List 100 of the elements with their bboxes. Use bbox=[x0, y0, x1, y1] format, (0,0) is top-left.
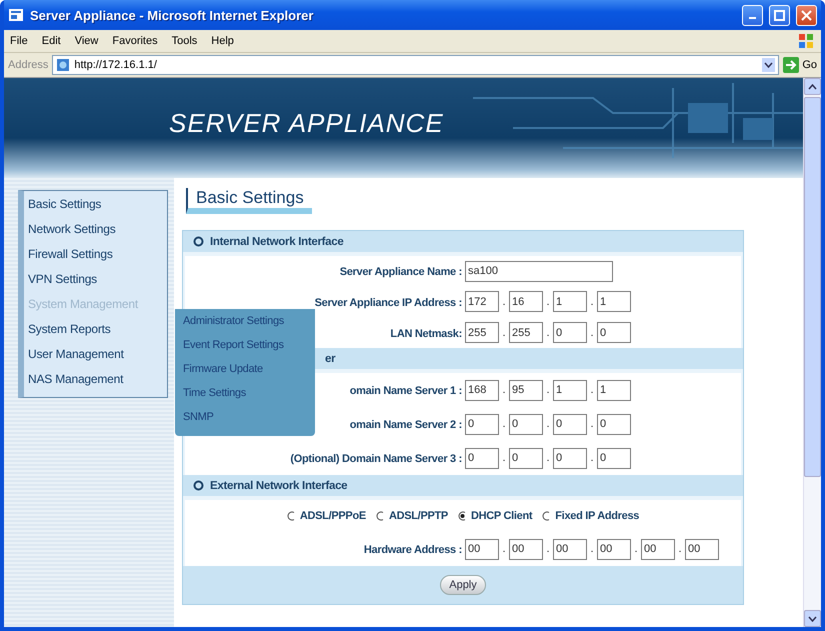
browser-icon bbox=[8, 7, 24, 23]
radio-icon[interactable] bbox=[286, 511, 296, 521]
scroll-down-icon[interactable] bbox=[808, 616, 817, 622]
section-title: er bbox=[325, 352, 336, 364]
separator-dot: . bbox=[501, 452, 507, 464]
octet-input[interactable]: 0 bbox=[509, 448, 543, 468]
section-title: Internal Network Interface bbox=[210, 236, 344, 248]
window-title: Server Appliance - Microsoft Internet Explorer bbox=[30, 8, 314, 22]
octet-input[interactable]: 0 bbox=[553, 414, 587, 434]
octet-input[interactable]: 16 bbox=[509, 291, 543, 312]
octet-input[interactable]: 00 bbox=[685, 538, 719, 560]
field-label: LAN Netmask: bbox=[390, 328, 462, 340]
menu-item[interactable]: Favorites bbox=[112, 35, 158, 47]
octet-input[interactable]: 1 bbox=[553, 291, 587, 312]
octet-input[interactable]: 1 bbox=[597, 380, 631, 400]
field-label: (Optional) Domain Name Server 3 : bbox=[290, 453, 462, 465]
field-label: omain Name Server 1 : bbox=[350, 385, 462, 397]
ring-icon bbox=[193, 236, 204, 247]
menu-item[interactable]: Help bbox=[211, 35, 234, 47]
octet-input[interactable]: 0 bbox=[597, 322, 631, 343]
field-label: omain Name Server 2 : bbox=[350, 419, 462, 431]
octet-input[interactable]: 255 bbox=[509, 322, 543, 343]
octet-input[interactable]: 00 bbox=[597, 538, 631, 560]
address-field[interactable]: http://172.16.1.1/ bbox=[52, 55, 780, 75]
separator-dot: . bbox=[589, 543, 595, 555]
separator-dot: . bbox=[501, 296, 507, 308]
octet-input[interactable]: 172 bbox=[465, 291, 499, 312]
sidebar-item[interactable]: System Reports bbox=[28, 320, 167, 339]
octet-input[interactable]: 0 bbox=[597, 448, 631, 468]
sidebar-item[interactable]: User Management bbox=[28, 345, 167, 364]
apply-button[interactable]: Apply bbox=[440, 575, 486, 595]
sidebar-item[interactable]: VPN Settings bbox=[28, 270, 167, 289]
radio-selected-icon[interactable] bbox=[458, 511, 467, 521]
ring-icon bbox=[193, 480, 204, 491]
separator-dot: . bbox=[589, 296, 595, 308]
sidebar-item[interactable]: Basic Settings bbox=[28, 195, 167, 214]
separator-dot: . bbox=[677, 543, 683, 555]
separator-dot: . bbox=[501, 543, 507, 555]
octet-input[interactable]: 168 bbox=[465, 380, 499, 400]
separator-dot: . bbox=[545, 452, 551, 464]
separator-dot: . bbox=[589, 326, 595, 338]
separator-dot: . bbox=[501, 384, 507, 396]
menu-item[interactable]: Tools bbox=[172, 35, 198, 47]
go-button[interactable]: Go bbox=[783, 57, 817, 73]
scrollbar[interactable] bbox=[803, 78, 821, 627]
octet-input[interactable]: 1 bbox=[553, 380, 587, 400]
separator-dot: . bbox=[545, 296, 551, 308]
separator-dot: . bbox=[545, 384, 551, 396]
octet-input[interactable]: 00 bbox=[641, 538, 675, 560]
octet-input[interactable]: 00 bbox=[465, 538, 499, 560]
close-button[interactable] bbox=[796, 4, 817, 26]
close-icon bbox=[801, 10, 812, 20]
separator-dot: . bbox=[589, 418, 595, 430]
flag-logo-icon bbox=[797, 32, 815, 50]
sidebar-item[interactable]: NAS Management bbox=[28, 370, 167, 389]
menu-item[interactable]: File bbox=[10, 35, 28, 47]
separator-dot: . bbox=[589, 384, 595, 396]
address-label: Address bbox=[8, 59, 48, 71]
separator-dot: . bbox=[545, 326, 551, 338]
banner-title: SERVER APPLIANCE bbox=[169, 108, 444, 138]
octet-input[interactable]: 0 bbox=[553, 448, 587, 468]
scroll-up-icon[interactable] bbox=[808, 84, 817, 90]
maximize-button[interactable] bbox=[769, 4, 790, 26]
octet-input[interactable]: 1 bbox=[597, 291, 631, 312]
radio-icon[interactable] bbox=[376, 511, 385, 521]
menu-item[interactable]: Edit bbox=[42, 35, 61, 47]
separator-dot: . bbox=[633, 543, 639, 555]
radio-option[interactable]: DHCP Client bbox=[458, 510, 532, 522]
section-title: External Network Interface bbox=[210, 480, 348, 492]
url-text: http://172.16.1.1/ bbox=[74, 59, 158, 71]
separator-dot: . bbox=[589, 452, 595, 464]
octet-input[interactable]: 255 bbox=[465, 322, 499, 343]
octet-input[interactable]: 0 bbox=[553, 322, 587, 343]
dropdown-icon[interactable] bbox=[762, 58, 776, 72]
octet-input[interactable]: 0 bbox=[597, 414, 631, 434]
separator-dot: . bbox=[545, 418, 551, 430]
separator-dot: . bbox=[545, 543, 551, 555]
page-heading: Basic Settings bbox=[186, 188, 312, 214]
octet-input[interactable]: 0 bbox=[465, 448, 499, 468]
octet-input[interactable]: 00 bbox=[509, 538, 543, 560]
maximize-icon bbox=[774, 10, 785, 20]
radio-icon[interactable] bbox=[542, 511, 552, 521]
radio-option[interactable]: ADSL/PPTP bbox=[376, 510, 448, 522]
octet-input[interactable]: 00 bbox=[553, 538, 587, 560]
separator-dot: . bbox=[501, 418, 507, 430]
minimize-button[interactable] bbox=[742, 4, 763, 26]
name-input[interactable]: sa100 bbox=[465, 260, 613, 282]
field-label: Server Appliance Name : bbox=[340, 266, 462, 278]
separator-dot: . bbox=[501, 326, 507, 338]
field-label: Server Appliance IP Address : bbox=[314, 296, 462, 308]
octet-input[interactable]: 95 bbox=[509, 380, 543, 400]
menu-item[interactable]: View bbox=[74, 35, 98, 47]
field-label: Hardware Address : bbox=[364, 544, 462, 556]
sidebar-item[interactable]: Network Settings bbox=[28, 220, 167, 239]
octet-input[interactable]: 0 bbox=[509, 414, 543, 434]
sidebar-item[interactable]: Firewall Settings bbox=[28, 245, 167, 264]
radio-option[interactable]: Fixed IP Address bbox=[542, 510, 640, 522]
octet-input[interactable]: 0 bbox=[465, 414, 499, 434]
minimize-icon bbox=[749, 17, 756, 19]
radio-option[interactable]: ADSL/PPPoE bbox=[286, 510, 366, 522]
